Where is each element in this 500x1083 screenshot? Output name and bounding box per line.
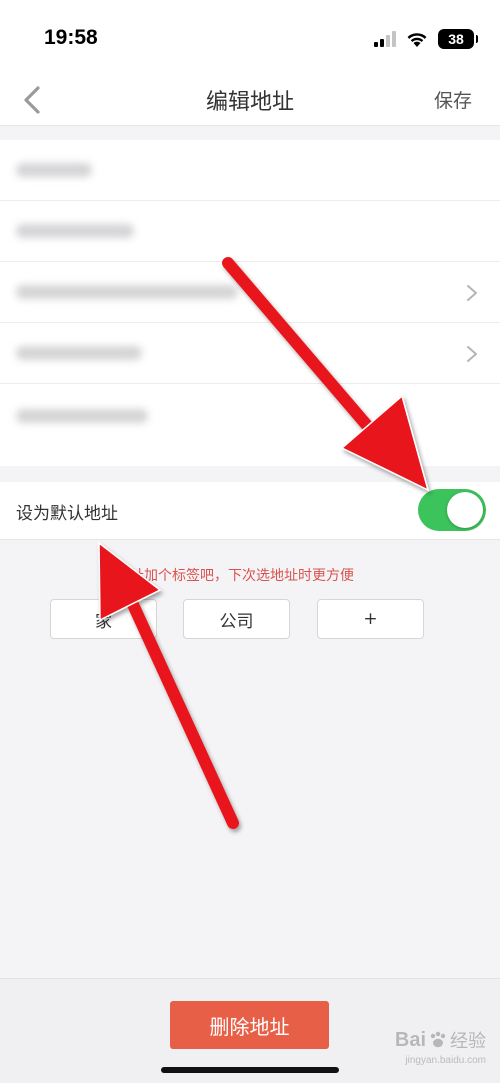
blurred-value [16,224,134,238]
wifi-icon [407,33,427,47]
phone-field[interactable] [0,201,500,262]
arrow-to-label-icon [98,541,239,829]
add-tag-button[interactable]: + [317,599,424,639]
paw-icon [430,1031,446,1048]
page-title: 编辑地址 [205,90,294,115]
watermark-text: 经验 [450,1031,486,1052]
region-field[interactable] [0,262,500,323]
status-icons: 38 [374,28,478,50]
street-field[interactable] [0,323,500,384]
detail-address-field[interactable] [0,384,500,468]
blurred-value [16,409,148,423]
nav-bar: 编辑地址 保存 [0,78,500,126]
default-address-toggle[interactable] [418,489,486,531]
name-field[interactable] [0,140,500,201]
save-button[interactable]: 保存 [434,86,472,113]
status-time: 19:58 [44,26,98,49]
default-address-row: 设为默认地址 [0,482,500,540]
home-indicator [161,1067,339,1073]
battery-level: 38 [448,31,464,47]
chevron-right-icon [467,346,477,362]
toggle-knob [447,492,483,528]
blurred-value [16,285,238,299]
tag-home-button[interactable]: 家 [50,599,157,639]
blurred-value [16,163,92,177]
cellular-signal-icon [374,31,396,47]
baidu-watermark: Bai 经验 [395,1027,486,1053]
battery-icon: 38 [438,29,478,49]
watermark-url: jingyan.baidu.com [405,1055,486,1066]
bottom-bar: 删除地址 Bai 经验 jingyan.baidu.com [0,978,500,1083]
delete-address-button[interactable]: 删除地址 [170,1001,329,1049]
tag-hint: 地址加个标签吧，下次选地址时更方便 [116,568,354,584]
blurred-value [16,346,142,360]
address-form [0,140,500,466]
status-bar: 19:58 38 [0,0,500,78]
chevron-right-icon [467,285,477,301]
default-address-label: 设为默认地址 [16,504,118,524]
watermark-logo: Bai [394,1028,426,1051]
tag-company-button[interactable]: 公司 [183,599,290,639]
